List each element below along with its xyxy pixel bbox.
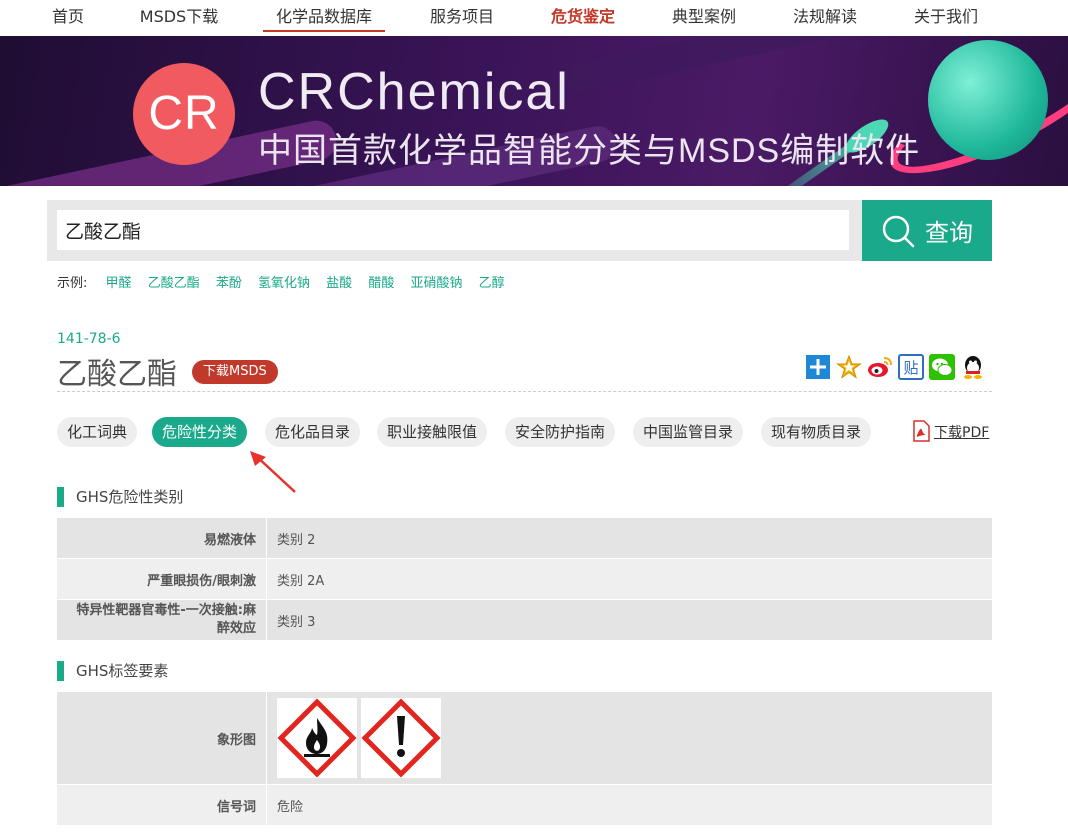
planet [928,40,1048,160]
row-label: 严重眼损伤/眼刺激 [57,559,267,599]
banner[interactable]: CR CRChemical 中国首款化学品智能分类与MSDS编制软件 [0,36,1068,186]
example-link[interactable]: 甲醛 [106,276,132,291]
search-input[interactable] [57,210,849,250]
example-link[interactable]: 醋酸 [368,276,394,291]
download-pdf-link[interactable]: 下载PDF [912,420,989,442]
section-title: GHS危险性类别 [76,488,184,506]
nav-item-cases[interactable]: 典型案例 [666,4,742,30]
example-link[interactable]: 氢氧化钠 [258,276,310,291]
search-examples: 示例: 甲醛 乙酸乙酯 苯酚 氢氧化钠 盐酸 醋酸 亚硝酸钠 乙醇 [57,272,517,291]
crchemical-logo: CR [133,63,235,165]
plus-share-icon[interactable] [805,354,831,380]
row-label: 象形图 [57,692,267,784]
ghs-label-table: 象形图 信号词 危险 [57,692,992,826]
svg-text:贴: 贴 [903,359,918,377]
title-divider [57,391,992,392]
row-label: 易燃液体 [57,518,267,558]
chemical-name: 乙酸乙酯 [57,357,177,392]
search-box [47,200,862,261]
ghs-class-table: 易燃液体 类别 2 严重眼损伤/眼刺激 类别 2A 特异性靶器官毒性-一次接触:… [57,518,992,641]
example-link[interactable]: 乙醇 [479,276,505,291]
exclamation-pictogram-icon [361,698,441,778]
signal-word: 危险 [267,785,992,825]
top-nav: 首页 MSDS下载 化学品数据库 服务项目 危货鉴定 典型案例 法规解读 关于我… [0,0,1068,37]
row-value: 类别 3 [267,600,992,640]
row-label: 信号词 [57,785,267,825]
pdf-icon [913,420,930,442]
examples-label: 示例: [57,276,88,291]
tab-china-regulatory-list[interactable]: 中国监管目录 [633,417,744,447]
table-row: 特异性靶器官毒性-一次接触:麻醉效应 类别 3 [57,600,992,641]
table-row: 易燃液体 类别 2 [57,518,992,559]
tab-hazardous-chemicals-list[interactable]: 危化品目录 [265,417,361,447]
tab-chemical-dictionary[interactable]: 化工词典 [57,417,138,447]
nav-item-home[interactable]: 首页 [48,4,88,30]
section-marker [57,487,64,507]
section-title: GHS标签要素 [76,662,169,680]
example-link[interactable]: 苯酚 [216,276,242,291]
search-button-label: 查询 [925,219,973,247]
pictogram-cell [267,692,992,784]
download-msds-button[interactable]: 下载MSDS [192,360,278,384]
nav-item-about[interactable]: 关于我们 [908,4,984,30]
row-label: 特异性靶器官毒性-一次接触:麻醉效应 [57,600,267,640]
flame-pictogram-icon [277,698,357,778]
cas-number: 141-78-6 [57,331,121,347]
row-value: 类别 2 [267,518,992,558]
banner-brand: CRChemical [258,63,570,121]
tab-hazard-classification[interactable]: 危险性分类 [152,417,248,447]
nav-item-dangerous-goods[interactable]: 危货鉴定 [545,4,621,30]
section-marker [57,661,64,681]
nav-item-chemical-database[interactable]: 化学品数据库 [263,4,385,32]
search-icon [882,215,915,247]
nav-item-regulations[interactable]: 法规解读 [787,4,863,30]
tab-exposure-limits[interactable]: 职业接触限值 [377,417,488,447]
nav-item-msds-download[interactable]: MSDS下载 [134,4,224,30]
table-row: 严重眼损伤/眼刺激 类别 2A [57,559,992,600]
weibo-icon[interactable] [867,354,893,380]
tab-safety-guide[interactable]: 安全防护指南 [505,417,616,447]
table-row: 信号词 危险 [57,785,992,826]
banner-slogan: 中国首款化学品智能分类与MSDS编制软件 [258,132,921,170]
nav-item-services[interactable]: 服务项目 [424,4,500,30]
table-row: 象形图 [57,692,992,785]
banner-stripe [560,36,860,95]
example-link[interactable]: 乙酸乙酯 [148,276,200,291]
download-pdf-label: 下载PDF [934,425,990,441]
star-icon[interactable] [836,354,862,380]
section-ghs-hazard-class: GHS危险性类别 [57,487,183,507]
row-value: 类别 2A [267,559,992,599]
example-link[interactable]: 亚硝酸钠 [410,276,462,291]
tab-existing-substances[interactable]: 现有物质目录 [761,417,872,447]
tieba-icon[interactable]: 贴 [898,354,924,380]
annotation-arrow [250,451,296,493]
example-link[interactable]: 盐酸 [326,276,352,291]
section-ghs-label-elements: GHS标签要素 [57,661,168,681]
search-button[interactable]: 查询 [862,200,992,261]
qq-icon[interactable] [960,354,986,380]
wechat-icon[interactable] [929,354,955,380]
